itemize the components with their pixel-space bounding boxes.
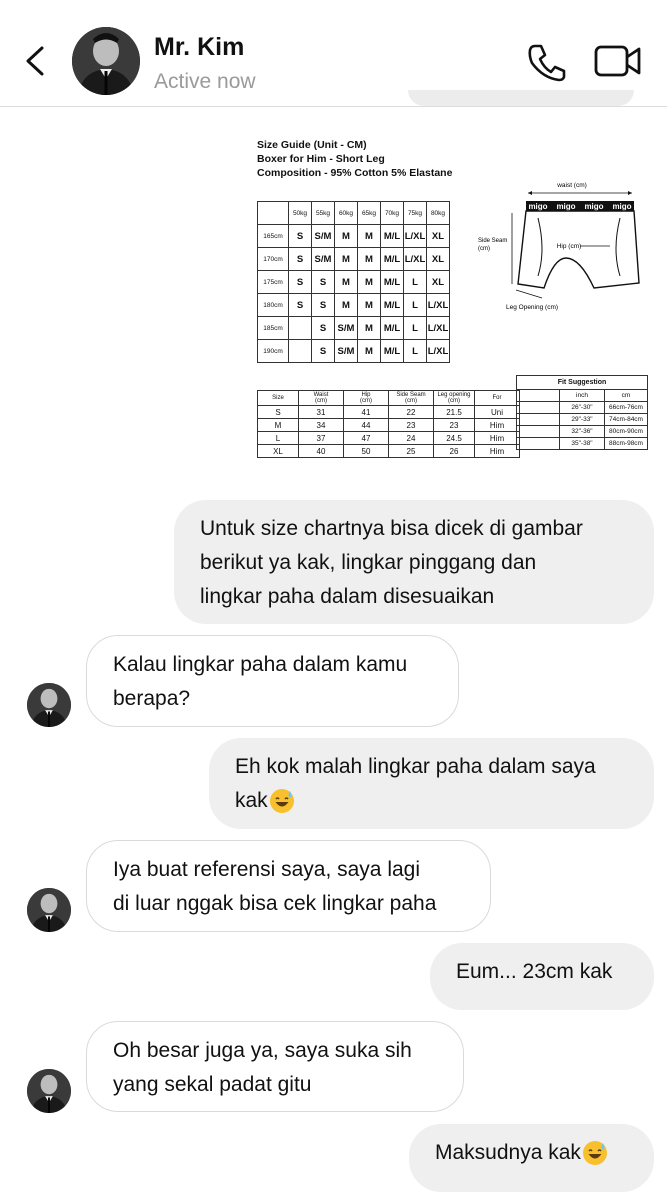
table-row: 26"-30" 66cm-76cm bbox=[516, 401, 648, 414]
table-row: 170cm S S/M M M M/L L/XL XL bbox=[257, 247, 450, 271]
message-text: lingkar paha dalam disesuaikan bbox=[200, 585, 495, 608]
measurement-table: Size Waist (cm) Hip (cm) Side Seam (cm) Leg… bbox=[257, 390, 520, 458]
table-row: S 31 41 22 21.5 Uni bbox=[257, 405, 520, 419]
svg-text:migo: migo bbox=[584, 202, 603, 211]
table-row: 175cm S S M M M/L L XL bbox=[257, 270, 450, 294]
message-bubble-incoming[interactable]: Oh besar juga ya, saya suka sih yang sek… bbox=[86, 1021, 464, 1112]
weight-header: 80kg bbox=[426, 201, 450, 225]
contact-name[interactable]: Mr. Kim bbox=[154, 33, 244, 62]
message-text: Maksudnya kak bbox=[435, 1141, 581, 1164]
table-row: M 34 44 23 23 Him bbox=[257, 418, 520, 432]
weight-header: 55kg bbox=[311, 201, 335, 225]
table-row: 29"-33" 74cm-84cm bbox=[516, 413, 648, 426]
svg-text:migo: migo bbox=[612, 202, 631, 211]
waist-label: waist (cm) bbox=[556, 182, 587, 189]
svg-text:migo: migo bbox=[556, 202, 575, 211]
table-row: L 37 47 24 24.5 Him bbox=[257, 431, 520, 445]
message-bubble-incoming[interactable]: Kalau lingkar paha dalam kamu berapa? bbox=[86, 635, 459, 727]
weight-header: 70kg bbox=[380, 201, 404, 225]
message-bubble-incoming[interactable]: Iya buat referensi saya, saya lagi di lu… bbox=[86, 840, 491, 932]
message-text: berikut ya kak, lingkar pinggang dan bbox=[200, 551, 537, 574]
sweat-smile-emoji-icon bbox=[269, 789, 294, 814]
svg-text:(cm): (cm) bbox=[478, 246, 490, 252]
hip-label: Hip (cm) bbox=[557, 243, 582, 250]
active-status: Active now bbox=[154, 70, 256, 93]
message-text: Eum... 23cm kak bbox=[456, 960, 613, 983]
sweat-smile-emoji-icon bbox=[582, 1141, 607, 1166]
table-row: 180cm S S M M M/L L L/XL bbox=[257, 293, 450, 317]
message-bubble-outgoing[interactable]: Maksudnya kak bbox=[409, 1124, 654, 1192]
weight-header: 75kg bbox=[403, 201, 427, 225]
message-bubble-outgoing[interactable]: Untuk size chartnya bisa dicek di gambar… bbox=[174, 500, 654, 624]
boxer-diagram: waist (cm) migo migo migo migo Hip (cm) … bbox=[478, 182, 640, 311]
table-row: 185cm S S/M M M/L L L/XL bbox=[257, 316, 450, 340]
message-text: Untuk size chartnya bisa dicek di gambar bbox=[200, 517, 583, 540]
message-text: kak bbox=[235, 789, 268, 812]
weight-header: 60kg bbox=[334, 201, 358, 225]
message-text: yang sekal padat gitu bbox=[113, 1073, 312, 1096]
message-text: Iya buat referensi saya, saya lagi bbox=[113, 858, 421, 881]
size-guide-image[interactable]: Size Guide (Unit - CM) Boxer for Him - S… bbox=[250, 132, 650, 472]
table-row: 190cm S S/M M M/L L L/XL bbox=[257, 339, 450, 363]
avatar[interactable] bbox=[27, 683, 71, 727]
side-seam-label: Side Seam bbox=[478, 238, 507, 244]
message-text: Oh besar juga ya, saya suka sih bbox=[113, 1039, 412, 1062]
video-camera-icon[interactable] bbox=[594, 44, 642, 78]
fit-suggestion-table: Fit Suggestion inch cm 26"-30" 66cm-76cm 2… bbox=[516, 375, 648, 450]
size-guide-composition: Composition - 95% Cotton 5% Elastane bbox=[257, 167, 453, 179]
avatar[interactable] bbox=[72, 27, 140, 95]
message-text: di luar nggak bisa cek lingkar paha bbox=[113, 892, 437, 915]
table-row: 35"-38" 88cm-98cm bbox=[516, 437, 648, 450]
table-row: 32"-36" 80cm-90cm bbox=[516, 425, 648, 438]
message-bubble-outgoing[interactable]: Eh kok malah lingkar paha dalam saya kak bbox=[209, 738, 654, 829]
weight-height-size-table: 50kg 55kg 60kg 65kg 70kg 75kg 80kg 165cm… bbox=[257, 201, 450, 363]
svg-text:migo: migo bbox=[528, 202, 547, 211]
message-text: Kalau lingkar paha dalam kamu bbox=[113, 653, 408, 676]
message-bubble-outgoing[interactable]: Eum... 23cm kak bbox=[430, 943, 654, 1010]
weight-header: 65kg bbox=[357, 201, 381, 225]
table-row: 165cm S S/M M M M/L L/XL XL bbox=[257, 224, 450, 248]
message-text: Eh kok malah lingkar paha dalam saya bbox=[235, 755, 596, 778]
size-guide-title: Size Guide (Unit - CM) bbox=[257, 139, 367, 151]
size-guide-subtitle: Boxer for Him - Short Leg bbox=[257, 153, 385, 165]
leg-opening-label: Leg Opening (cm) bbox=[506, 304, 558, 311]
message-text: berapa? bbox=[113, 687, 191, 710]
previous-message-bubble bbox=[408, 90, 634, 106]
weight-header: 50kg bbox=[288, 201, 312, 225]
phone-icon[interactable] bbox=[526, 42, 568, 82]
table-row: XL 40 50 25 26 Him bbox=[257, 444, 520, 458]
avatar[interactable] bbox=[27, 1069, 71, 1113]
chevron-left-icon[interactable] bbox=[20, 44, 54, 78]
avatar[interactable] bbox=[27, 888, 71, 932]
